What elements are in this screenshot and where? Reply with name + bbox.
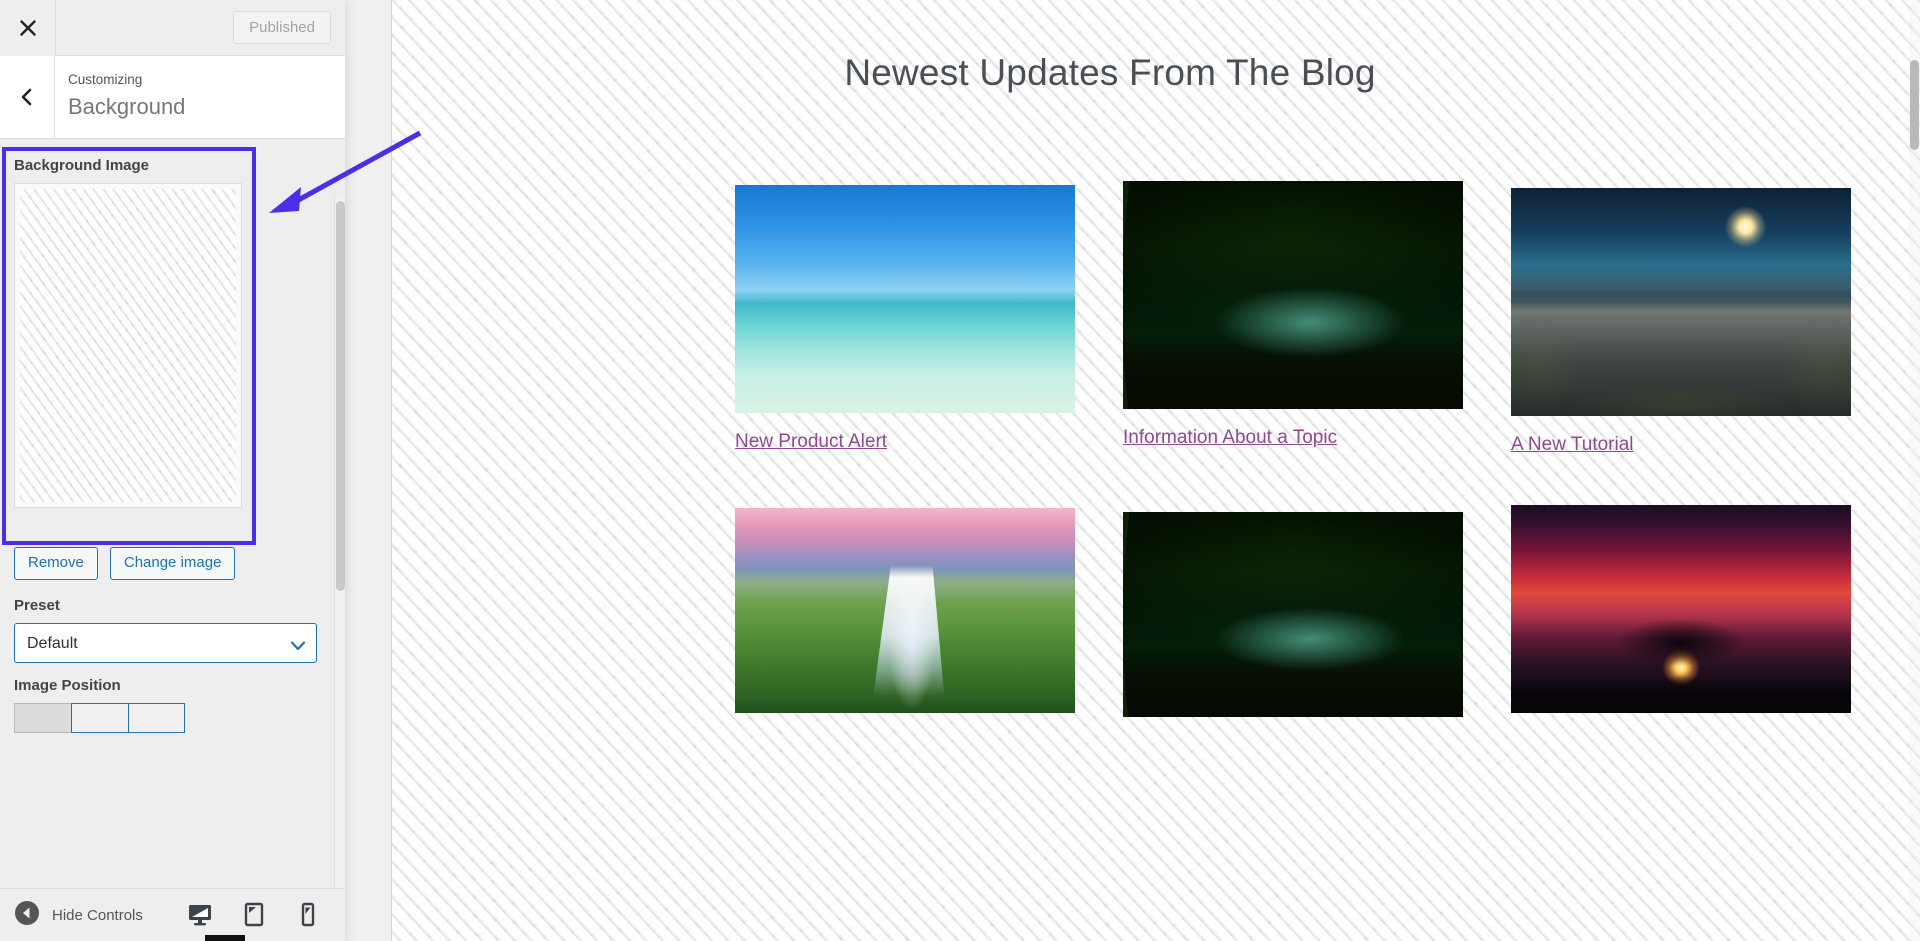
post-thumbnail-sunset-tree[interactable] bbox=[1511, 505, 1851, 713]
post-card-6 bbox=[1511, 505, 1851, 713]
image-position-cell-center[interactable] bbox=[71, 703, 128, 733]
background-image-thumbnail-frame[interactable] bbox=[14, 183, 242, 508]
panel-header: Customizing Background bbox=[0, 56, 345, 139]
preset-select[interactable]: Default bbox=[14, 623, 317, 663]
post-title-link-1[interactable]: New Product Alert bbox=[735, 431, 887, 453]
post-card-2: Information About a Topic bbox=[1123, 181, 1463, 449]
post-thumbnail-waterfall[interactable] bbox=[735, 508, 1075, 713]
preview-left-gutter bbox=[345, 0, 392, 941]
site-preview: Newest Updates From The Blog New Product… bbox=[345, 0, 1920, 941]
control-list: Background Image Remove Change image Pre… bbox=[0, 139, 345, 941]
control-image-position: Image Position bbox=[14, 677, 317, 733]
publish-button[interactable]: Published bbox=[233, 11, 331, 44]
background-image-thumbnail bbox=[20, 189, 236, 502]
preview-heading: Newest Updates From The Blog bbox=[844, 52, 1376, 93]
image-position-grid bbox=[14, 703, 317, 733]
panel-header-text: Customizing Background bbox=[55, 56, 345, 138]
post-thumbnail-forest-2[interactable] bbox=[1123, 512, 1463, 717]
image-position-cell-left[interactable] bbox=[14, 703, 71, 733]
page-title: Background bbox=[68, 94, 186, 119]
post-card-5 bbox=[1123, 512, 1463, 717]
post-thumbnail-forest[interactable] bbox=[1123, 181, 1463, 409]
sidebar-scrollbar-thumb[interactable] bbox=[336, 201, 345, 591]
preset-label: Preset bbox=[14, 597, 60, 614]
device-tablet-icon[interactable] bbox=[239, 898, 269, 932]
post-card-3: A New Tutorial bbox=[1511, 188, 1851, 456]
preview-scrollbar[interactable] bbox=[1909, 0, 1920, 941]
customizer-topbar: Published bbox=[0, 0, 345, 56]
control-background-image: Background Image bbox=[14, 157, 244, 508]
hide-controls-button[interactable]: Hide Controls bbox=[14, 900, 143, 931]
post-card-1: New Product Alert bbox=[735, 185, 1075, 453]
preview-scrollbar-thumb[interactable] bbox=[1910, 60, 1919, 150]
post-thumbnail-dock[interactable] bbox=[1511, 188, 1851, 416]
preset-select-wrap: Default bbox=[14, 623, 317, 663]
back-chevron-icon[interactable] bbox=[0, 56, 55, 138]
image-position-label: Image Position bbox=[14, 677, 121, 694]
image-position-cell-right[interactable] bbox=[128, 703, 185, 733]
remove-button[interactable]: Remove bbox=[14, 547, 98, 580]
control-preset: Preset Default bbox=[14, 597, 317, 663]
device-preview-group bbox=[185, 898, 323, 932]
device-desktop-icon[interactable] bbox=[185, 898, 215, 932]
background-image-label: Background Image bbox=[14, 157, 150, 174]
customizer-footer: Hide Controls bbox=[0, 888, 345, 941]
close-icon[interactable] bbox=[0, 0, 56, 56]
device-mobile-icon[interactable] bbox=[293, 898, 323, 932]
change-image-button[interactable]: Change image bbox=[109, 547, 236, 580]
post-thumbnail-beach[interactable] bbox=[735, 185, 1075, 413]
sidebar-scrollbar[interactable] bbox=[334, 195, 345, 941]
post-title-link-3[interactable]: A New Tutorial bbox=[1511, 434, 1634, 456]
breadcrumb: Customizing bbox=[68, 72, 143, 87]
background-image-actions: Remove Change image bbox=[14, 547, 236, 580]
collapse-arrow-icon bbox=[14, 900, 40, 931]
customizer-sidebar: Published Customizing Background Backgro… bbox=[0, 0, 345, 941]
post-card-4 bbox=[735, 508, 1075, 713]
hide-controls-label: Hide Controls bbox=[52, 906, 143, 924]
window-chrome-sliver bbox=[205, 935, 245, 941]
customizer-screen: Published Customizing Background Backgro… bbox=[0, 0, 1920, 941]
post-title-link-2[interactable]: Information About a Topic bbox=[1123, 427, 1337, 449]
